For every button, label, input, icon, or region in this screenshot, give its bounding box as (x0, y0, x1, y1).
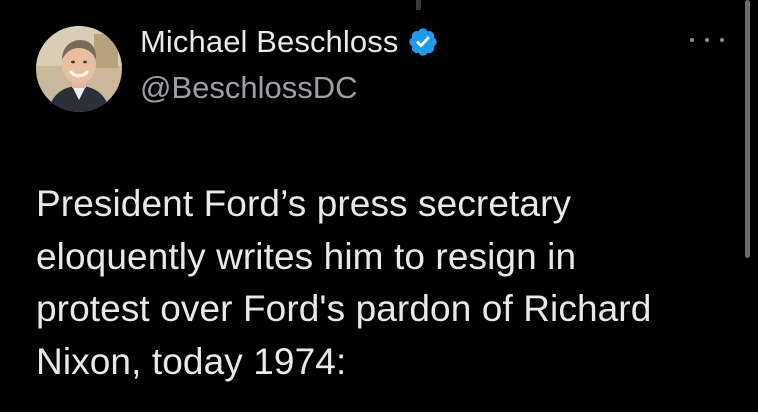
author-name-row[interactable]: Michael Beschloss (140, 20, 439, 64)
author-handle[interactable]: @BeschlossDC (140, 70, 358, 106)
avatar-photo (36, 26, 122, 112)
tweet: Michael Beschloss @BeschlossDC President… (0, 0, 740, 412)
author-display-name[interactable]: Michael Beschloss (140, 24, 398, 60)
more-dot-icon (720, 38, 724, 42)
more-options-icon[interactable] (690, 30, 724, 50)
more-dot-icon (705, 38, 709, 42)
more-dot-icon (690, 38, 694, 42)
tweet-text-line: President Ford’s press secretary (36, 183, 572, 224)
tweet-text-line: protest over Ford's pardon of Richard (36, 288, 652, 329)
avatar[interactable] (36, 26, 122, 112)
tweet-text: President Ford’s press secretary eloquen… (36, 178, 726, 388)
tweet-text-line: eloquently writes him to resign in (36, 235, 577, 277)
scrollbar[interactable] (745, 0, 750, 258)
verified-badge-icon (409, 28, 438, 56)
tweet-text-line: Nixon, today 1974: (36, 340, 347, 382)
